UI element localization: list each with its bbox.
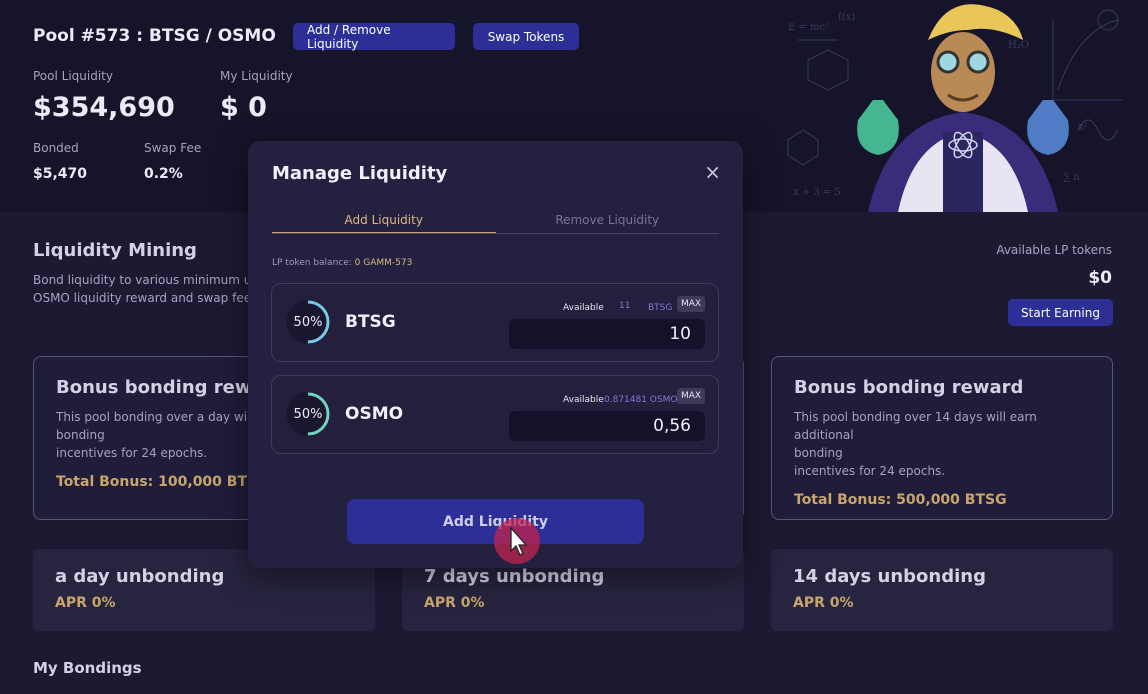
bonus-card-text: bonding <box>794 446 843 460</box>
liquidity-mining-desc-line1: Bond liquidity to various minimum unb <box>33 273 267 287</box>
swap-tokens-button[interactable]: Swap Tokens <box>473 23 579 50</box>
bonus-card-title: Bonus bonding reward <box>794 377 1024 398</box>
svg-text:x + 3 = 5: x + 3 = 5 <box>793 187 841 198</box>
unbonding-title: a day unbonding <box>55 566 225 587</box>
unbonding-apr: APR 0% <box>424 595 485 611</box>
svg-text:∑ n: ∑ n <box>1063 172 1080 183</box>
max-button[interactable]: MAX <box>677 296 705 312</box>
bonded-value: $5,470 <box>33 166 88 182</box>
pool-liquidity-value: $354,690 <box>33 92 175 123</box>
token-name: OSMO <box>345 404 404 424</box>
unbonding-title: 7 days unbonding <box>424 566 605 587</box>
max-button[interactable]: MAX <box>677 388 705 404</box>
swap-fee-label: Swap Fee <box>144 141 202 155</box>
start-earning-button[interactable]: Start Earning <box>1008 299 1113 326</box>
bonded-label: Bonded <box>33 141 79 155</box>
manage-liquidity-modal: Manage Liquidity × Add Liquidity Remove … <box>248 141 743 568</box>
my-bondings-title: My Bondings <box>33 659 142 677</box>
mouse-cursor-icon <box>493 518 541 566</box>
unbonding-title: 14 days unbonding <box>793 566 986 587</box>
tab-remove-liquidity[interactable]: Remove Liquidity <box>496 213 720 233</box>
liquidity-mining-description: Bond liquidity to various minimum unb OS… <box>33 271 267 307</box>
share-percent: 50% <box>293 314 323 330</box>
bonus-card-text: This pool bonding over 14 days will earn… <box>794 410 1037 442</box>
svg-text:x²: x² <box>1078 122 1088 133</box>
scientist-illustration: E = mc² f(x) H₂O x² x + 3 = 5 ∑ n <box>778 0 1148 212</box>
liquidity-mining-desc-line2: OSMO liquidity reward and swap fees <box>33 291 258 305</box>
bonus-card: Bonus bonding reward This pool bonding o… <box>771 356 1113 520</box>
token-name: BTSG <box>345 312 396 332</box>
liquidity-mining-title: Liquidity Mining <box>33 240 197 261</box>
tab-add-liquidity[interactable]: Add Liquidity <box>272 213 496 233</box>
svg-text:H₂O: H₂O <box>1008 40 1029 51</box>
swap-fee-value: 0.2% <box>144 166 183 182</box>
bonus-card-total: Total Bonus: 500,000 BTSG <box>794 492 1007 508</box>
token-input-box-btsg: 50% BTSG Available 11 BTSG MAX <box>271 283 719 362</box>
available-label: Available <box>563 395 604 405</box>
my-liquidity-label: My Liquidity <box>220 69 293 83</box>
unbonding-apr: APR 0% <box>55 595 116 611</box>
svg-text:f(x): f(x) <box>838 12 855 23</box>
pool-title: Pool #573 : BTSG / OSMO <box>33 26 276 46</box>
available-amount: 11 <box>619 301 631 311</box>
add-remove-liquidity-button[interactable]: Add / Remove Liquidity <box>293 23 455 51</box>
btsg-amount-input[interactable] <box>509 319 705 349</box>
liquidity-tabs: Add Liquidity Remove Liquidity <box>272 213 719 234</box>
available-lp-label: Available LP tokens <box>996 243 1112 257</box>
osmo-amount-input[interactable] <box>509 411 705 441</box>
close-icon[interactable]: × <box>704 160 721 184</box>
token-input-box-osmo: 50% OSMO Available 0.871481 OSMO MAX <box>271 375 719 454</box>
available-amount: 0.871481 OSMO <box>604 395 678 405</box>
lp-balance-value: 0 GAMM-573 <box>354 258 413 268</box>
pool-liquidity-label: Pool Liquidity <box>33 69 113 83</box>
lp-balance-label: LP token balance: <box>272 258 352 268</box>
unbonding-apr: APR 0% <box>793 595 854 611</box>
available-denom: BTSG <box>648 303 673 313</box>
unbonding-card[interactable]: 14 days unbonding APR 0% <box>771 549 1113 631</box>
my-liquidity-value: $ 0 <box>220 92 267 123</box>
bonus-card-text: incentives for 24 epochs. <box>794 464 946 478</box>
available-label: Available <box>563 303 604 313</box>
share-percent: 50% <box>293 406 323 422</box>
available-lp-value: $0 <box>1088 268 1112 288</box>
svg-text:E = mc²: E = mc² <box>788 22 829 33</box>
lp-token-balance: LP token balance: 0 GAMM-573 <box>272 258 412 268</box>
modal-title: Manage Liquidity <box>272 163 448 184</box>
